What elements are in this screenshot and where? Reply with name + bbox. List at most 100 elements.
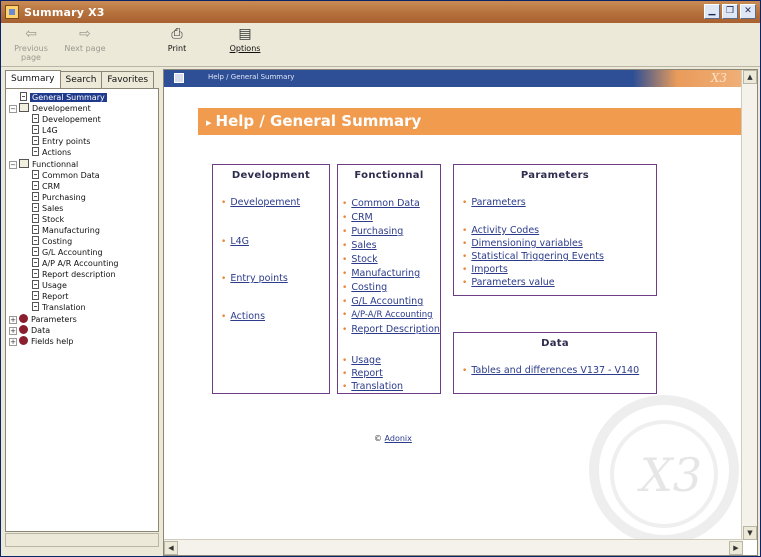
tree-item-report-description[interactable]: Report description	[32, 269, 116, 280]
tree-item-costing[interactable]: Costing	[32, 236, 72, 247]
link-common-data[interactable]: Common Data	[342, 198, 420, 209]
tree-item-label: Fields help	[31, 337, 74, 346]
window-controls: ▁ ❐ ✕	[704, 4, 756, 19]
link-imports[interactable]: Imports	[462, 264, 507, 275]
link-crm[interactable]: CRM	[342, 212, 372, 223]
tree-item-label: L4G	[42, 126, 58, 135]
tree-item-developement[interactable]: − Developement	[9, 103, 91, 114]
link-purchasing[interactable]: Purchasing	[342, 226, 403, 237]
tree-item-entry-points[interactable]: Entry points	[32, 136, 90, 147]
tab-search[interactable]: Search	[59, 71, 103, 88]
minimize-button[interactable]: ▁	[704, 4, 720, 19]
link-l4g[interactable]: L4G	[221, 236, 249, 247]
link-entry-points[interactable]: Entry points	[221, 273, 287, 284]
link-manufacturing[interactable]: Manufacturing	[342, 268, 420, 279]
vertical-scrollbar[interactable]: ▲ ▼	[741, 70, 757, 540]
tree-item-purchasing[interactable]: Purchasing	[32, 192, 86, 203]
link-report-description[interactable]: Report Description	[342, 324, 440, 335]
link-translation[interactable]: Translation	[342, 381, 403, 392]
link-statistical-triggering-events[interactable]: Statistical Triggering Events	[462, 251, 604, 262]
brand-banner-text: X3	[710, 71, 727, 85]
tree-item-sales[interactable]: Sales	[32, 203, 63, 214]
tree-item-fields-help[interactable]: + Fields help	[9, 336, 73, 347]
functional-box: Fonctionnal Common Data CRM Purchasing S…	[337, 164, 441, 394]
collapse-icon[interactable]: −	[9, 161, 17, 169]
tree-item-report[interactable]: Report	[32, 291, 69, 302]
tab-summary[interactable]: Summary	[5, 70, 61, 89]
restore-button[interactable]: ❐	[722, 4, 738, 19]
previous-page-button[interactable]: ⇦ Previous page	[5, 27, 57, 62]
expand-icon[interactable]: +	[9, 316, 17, 324]
document-icon	[32, 203, 39, 212]
document-icon	[32, 192, 39, 201]
book-open-icon	[19, 159, 29, 168]
scroll-left-button[interactable]: ◀	[164, 541, 178, 555]
tree-item-functionnal[interactable]: − Functionnal	[9, 159, 78, 170]
document-icon	[32, 247, 39, 256]
print-button[interactable]: ⎙ Print	[159, 27, 195, 53]
link-parameters[interactable]: Parameters	[462, 197, 525, 208]
link-ap-ar-accounting[interactable]: A/P-A/R Accounting	[342, 310, 432, 320]
tree-item-common-data[interactable]: Common Data	[32, 170, 100, 181]
link-actions[interactable]: Actions	[221, 311, 265, 322]
tree-item-stock[interactable]: Stock	[32, 214, 64, 225]
link-gl-accounting[interactable]: G/L Accounting	[342, 296, 423, 307]
tree-item-manufacturing[interactable]: Manufacturing	[32, 225, 100, 236]
document-icon	[32, 147, 39, 156]
tree-item-general-summary[interactable]: General Summary	[20, 92, 107, 103]
tree-item-l4g[interactable]: L4G	[32, 125, 58, 136]
link-usage[interactable]: Usage	[342, 355, 381, 366]
tree-item-parameters[interactable]: + Parameters	[9, 314, 77, 325]
document-icon	[32, 181, 39, 190]
link-costing[interactable]: Costing	[342, 282, 387, 293]
options-button[interactable]: ▤ Options	[224, 27, 266, 53]
scroll-right-button[interactable]: ▶	[729, 541, 743, 555]
collapse-icon[interactable]: −	[9, 105, 17, 113]
scroll-down-button[interactable]: ▼	[743, 526, 757, 540]
link-sales[interactable]: Sales	[342, 240, 376, 251]
link-stock[interactable]: Stock	[342, 254, 377, 265]
book-open-icon	[19, 103, 29, 112]
arrow-left-icon: ⇦	[25, 26, 37, 42]
book-closed-icon	[19, 314, 28, 323]
next-page-button[interactable]: ⇨ Next page	[61, 27, 109, 53]
link-developement[interactable]: Developement	[221, 197, 300, 208]
link-tables-and-differences[interactable]: Tables and differences V137 - V140	[462, 365, 639, 376]
document-icon	[32, 136, 39, 145]
tree-item-crm[interactable]: CRM	[32, 181, 60, 192]
tree-item-label: Entry points	[42, 137, 91, 146]
breadcrumb: Help / General Summary	[208, 73, 295, 81]
tree-item-developement-page[interactable]: Developement	[32, 114, 101, 125]
tree-item-gl-accounting[interactable]: G/L Accounting	[32, 247, 103, 258]
tree-item-usage[interactable]: Usage	[32, 280, 67, 291]
tree-item-label: A/P A/R Accounting	[42, 259, 119, 268]
link-adonix[interactable]: Adonix	[385, 434, 412, 443]
x3-watermark: X3	[640, 448, 703, 502]
tree-item-actions[interactable]: Actions	[32, 147, 71, 158]
book-closed-icon	[19, 336, 28, 345]
tree-item-label: G/L Accounting	[42, 248, 103, 257]
scroll-up-button[interactable]: ▲	[743, 70, 757, 84]
tree-item-label: Functionnal	[32, 160, 79, 169]
page-title: ▸ Help / General Summary	[198, 108, 742, 135]
expand-icon[interactable]: +	[9, 327, 17, 335]
tree-item-data[interactable]: + Data	[9, 325, 50, 336]
tree-item-label: Translation	[42, 303, 86, 312]
tree-horizontal-scrollbar[interactable]	[5, 533, 159, 547]
panel-tabs: Summary Search Favorites	[5, 70, 155, 89]
tab-favorites[interactable]: Favorites	[101, 71, 155, 88]
tree-item-translation[interactable]: Translation	[32, 302, 86, 313]
heading-arrow-icon: ▸	[206, 116, 212, 129]
link-activity-codes[interactable]: Activity Codes	[462, 225, 539, 236]
brand-banner: X3	[633, 70, 743, 87]
tree-item-ap-ar-accounting[interactable]: A/P A/R Accounting	[32, 258, 118, 269]
home-icon[interactable]	[174, 73, 184, 83]
link-dimensioning-variables[interactable]: Dimensioning variables	[462, 238, 582, 249]
horizontal-scrollbar[interactable]: ◀ ▶	[164, 539, 743, 555]
link-report[interactable]: Report	[342, 368, 383, 379]
link-parameters-value[interactable]: Parameters value	[462, 277, 554, 288]
expand-icon[interactable]: +	[9, 338, 17, 346]
navigation-panel: Summary Search Favorites General Summary…	[3, 69, 161, 556]
close-button[interactable]: ✕	[740, 4, 756, 19]
options-label: Options	[229, 44, 261, 53]
